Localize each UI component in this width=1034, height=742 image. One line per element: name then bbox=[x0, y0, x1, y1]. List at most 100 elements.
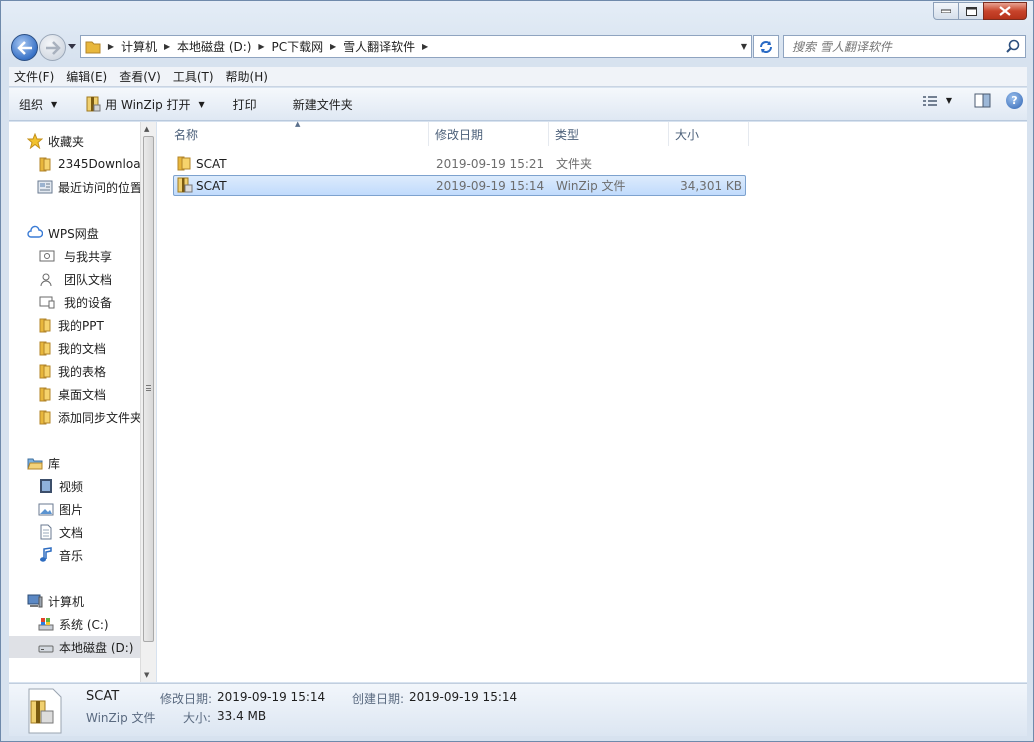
drive-icon bbox=[38, 645, 54, 653]
close-button[interactable] bbox=[983, 2, 1027, 20]
column-header-size[interactable]: 大小 bbox=[669, 122, 749, 146]
winzip-file-icon bbox=[177, 177, 193, 193]
details-modified-label: 修改日期: bbox=[160, 692, 213, 706]
nav-item-label: 我的设备 bbox=[64, 295, 113, 310]
search-icon[interactable] bbox=[1006, 39, 1020, 53]
chevron-right-icon[interactable]: ▶ bbox=[163, 42, 171, 51]
column-type-label: 类型 bbox=[555, 127, 580, 142]
details-created-label: 创建日期: bbox=[352, 692, 405, 706]
chevron-right-icon[interactable]: ▶ bbox=[329, 42, 337, 51]
nav-drive-d[interactable]: 本地磁盘 (D:) bbox=[9, 636, 140, 658]
maximize-icon bbox=[965, 6, 977, 16]
folder-icon bbox=[39, 341, 51, 356]
nav-item-label: 与我共享 bbox=[64, 249, 113, 264]
nav-item-label: 系统 (C:) bbox=[59, 617, 109, 632]
column-header-name[interactable]: 名称 bbox=[168, 122, 429, 146]
nav-item-my-ppt[interactable]: 我的PPT bbox=[9, 314, 140, 336]
nav-item-label: 视频 bbox=[59, 479, 84, 494]
nav-item-label: 最近访问的位置 bbox=[58, 180, 140, 195]
chevron-down-icon: ▼ bbox=[198, 99, 205, 109]
file-row-selected[interactable]: SCAT 2019-09-19 15:14 WinZip 文件 34,301 K… bbox=[173, 175, 746, 196]
device-icon bbox=[39, 296, 55, 309]
refresh-button[interactable] bbox=[753, 35, 779, 58]
chevron-down-icon: ▼ bbox=[945, 96, 952, 105]
forward-button[interactable] bbox=[39, 34, 66, 61]
folder-icon bbox=[39, 410, 51, 425]
open-with-label: 用 WinZip 打开 bbox=[105, 97, 191, 112]
nav-drive-c[interactable]: 系统 (C:) bbox=[9, 613, 140, 635]
history-dropdown-icon[interactable] bbox=[68, 43, 76, 51]
help-icon[interactable]: ? bbox=[1006, 92, 1023, 109]
nav-item-recent[interactable]: 最近访问的位置 bbox=[9, 176, 140, 198]
nav-scrollbar[interactable]: ▲ ▼ bbox=[140, 122, 156, 682]
column-header-type[interactable]: 类型 bbox=[549, 122, 669, 146]
nav-item-desktop-docs[interactable]: 桌面文档 bbox=[9, 383, 140, 405]
nav-item-documents[interactable]: 文档 bbox=[9, 521, 140, 543]
nav-item-label: 2345Downloads bbox=[58, 157, 140, 171]
maximize-button[interactable] bbox=[958, 2, 984, 20]
star-icon bbox=[27, 133, 43, 149]
column-header-modified[interactable]: 修改日期 bbox=[429, 122, 549, 146]
open-with-winzip-button[interactable]: 用 WinZip 打开 ▼ bbox=[76, 90, 214, 118]
breadcrumb-computer[interactable]: 计算机 bbox=[115, 38, 163, 55]
back-button[interactable] bbox=[11, 34, 38, 61]
breadcrumb-current-folder[interactable]: 雪人翻译软件 bbox=[337, 38, 421, 55]
nav-item-music[interactable]: 音乐 bbox=[9, 544, 140, 566]
preview-pane-icon[interactable] bbox=[974, 93, 992, 108]
address-dropdown-icon[interactable]: ▼ bbox=[741, 42, 747, 51]
view-options-button[interactable]: ▼ bbox=[922, 95, 952, 107]
column-modified-label: 修改日期 bbox=[435, 127, 484, 142]
nav-wps[interactable]: WPS网盘 bbox=[9, 222, 140, 244]
new-folder-button[interactable]: 新建文件夹 bbox=[284, 90, 362, 118]
menu-edit[interactable]: 编辑(E) bbox=[61, 68, 112, 85]
file-modified: 2019-09-19 15:21 bbox=[436, 156, 545, 171]
search-input[interactable] bbox=[784, 39, 994, 54]
minimize-button[interactable] bbox=[933, 2, 959, 20]
video-icon bbox=[40, 479, 52, 493]
nav-item-shared[interactable]: 与我共享 bbox=[9, 245, 140, 267]
nav-item-devices[interactable]: 我的设备 bbox=[9, 291, 140, 313]
nav-item-my-sheets[interactable]: 我的表格 bbox=[9, 360, 140, 382]
nav-wps-label: WPS网盘 bbox=[48, 226, 99, 241]
details-file-type: WinZip 文件 bbox=[86, 711, 156, 725]
scroll-up-icon[interactable]: ▲ bbox=[144, 125, 149, 133]
menu-file[interactable]: 文件(F) bbox=[9, 68, 59, 85]
organize-button[interactable]: 组织 ▼ bbox=[9, 90, 66, 118]
file-name: SCAT bbox=[196, 178, 227, 193]
nav-item-label: 文档 bbox=[59, 525, 84, 540]
menu-bar: 文件(F) 编辑(E) 查看(V) 工具(T) 帮助(H) bbox=[9, 67, 1027, 87]
breadcrumb-drive-d[interactable]: 本地磁盘 (D:) bbox=[171, 38, 257, 55]
nav-item-label: 我的PPT bbox=[58, 318, 104, 333]
music-note-icon bbox=[40, 547, 52, 562]
file-row[interactable]: SCAT 2019-09-19 15:21 文件夹 bbox=[173, 153, 746, 174]
nav-item-label: 图片 bbox=[59, 502, 84, 517]
nav-item-label: 添加同步文件夹 bbox=[58, 410, 140, 425]
nav-item-my-docs[interactable]: 我的文档 bbox=[9, 337, 140, 359]
grip-icon bbox=[146, 385, 151, 391]
chevron-right-icon[interactable]: ▶ bbox=[421, 42, 429, 51]
nav-libraries[interactable]: 库 bbox=[9, 452, 140, 474]
chevron-right-icon[interactable]: ▶ bbox=[257, 42, 265, 51]
nav-item-downloads[interactable]: 2345Downloads bbox=[9, 153, 140, 175]
search-box[interactable] bbox=[783, 35, 1026, 58]
refresh-icon bbox=[760, 40, 772, 53]
nav-item-label: 本地磁盘 (D:) bbox=[59, 640, 134, 655]
nav-item-add-sync[interactable]: 添加同步文件夹 bbox=[9, 406, 140, 428]
nav-favorites[interactable]: 收藏夹 bbox=[9, 130, 140, 152]
nav-computer[interactable]: 计算机 bbox=[9, 590, 140, 612]
chevron-right-icon[interactable]: ▶ bbox=[107, 42, 115, 51]
shared-icon bbox=[39, 250, 55, 262]
nav-favorites-label: 收藏夹 bbox=[48, 134, 85, 149]
details-created-value: 2019-09-19 15:14 bbox=[409, 690, 518, 704]
print-button[interactable]: 打印 bbox=[224, 90, 266, 118]
scroll-down-icon[interactable]: ▼ bbox=[144, 671, 149, 679]
scrollbar-thumb[interactable] bbox=[143, 136, 154, 642]
menu-view[interactable]: 查看(V) bbox=[114, 68, 166, 85]
menu-help[interactable]: 帮助(H) bbox=[221, 68, 273, 85]
nav-item-team-docs[interactable]: 团队文档 bbox=[9, 268, 140, 290]
nav-item-pictures[interactable]: 图片 bbox=[9, 498, 140, 520]
address-bar[interactable]: ▶ 计算机 ▶ 本地磁盘 (D:) ▶ PC下载网 ▶ 雪人翻译软件 ▶ ▼ bbox=[80, 35, 752, 58]
breadcrumb-pc-download[interactable]: PC下载网 bbox=[265, 38, 329, 55]
menu-tools[interactable]: 工具(T) bbox=[168, 68, 219, 85]
nav-item-videos[interactable]: 视频 bbox=[9, 475, 140, 497]
